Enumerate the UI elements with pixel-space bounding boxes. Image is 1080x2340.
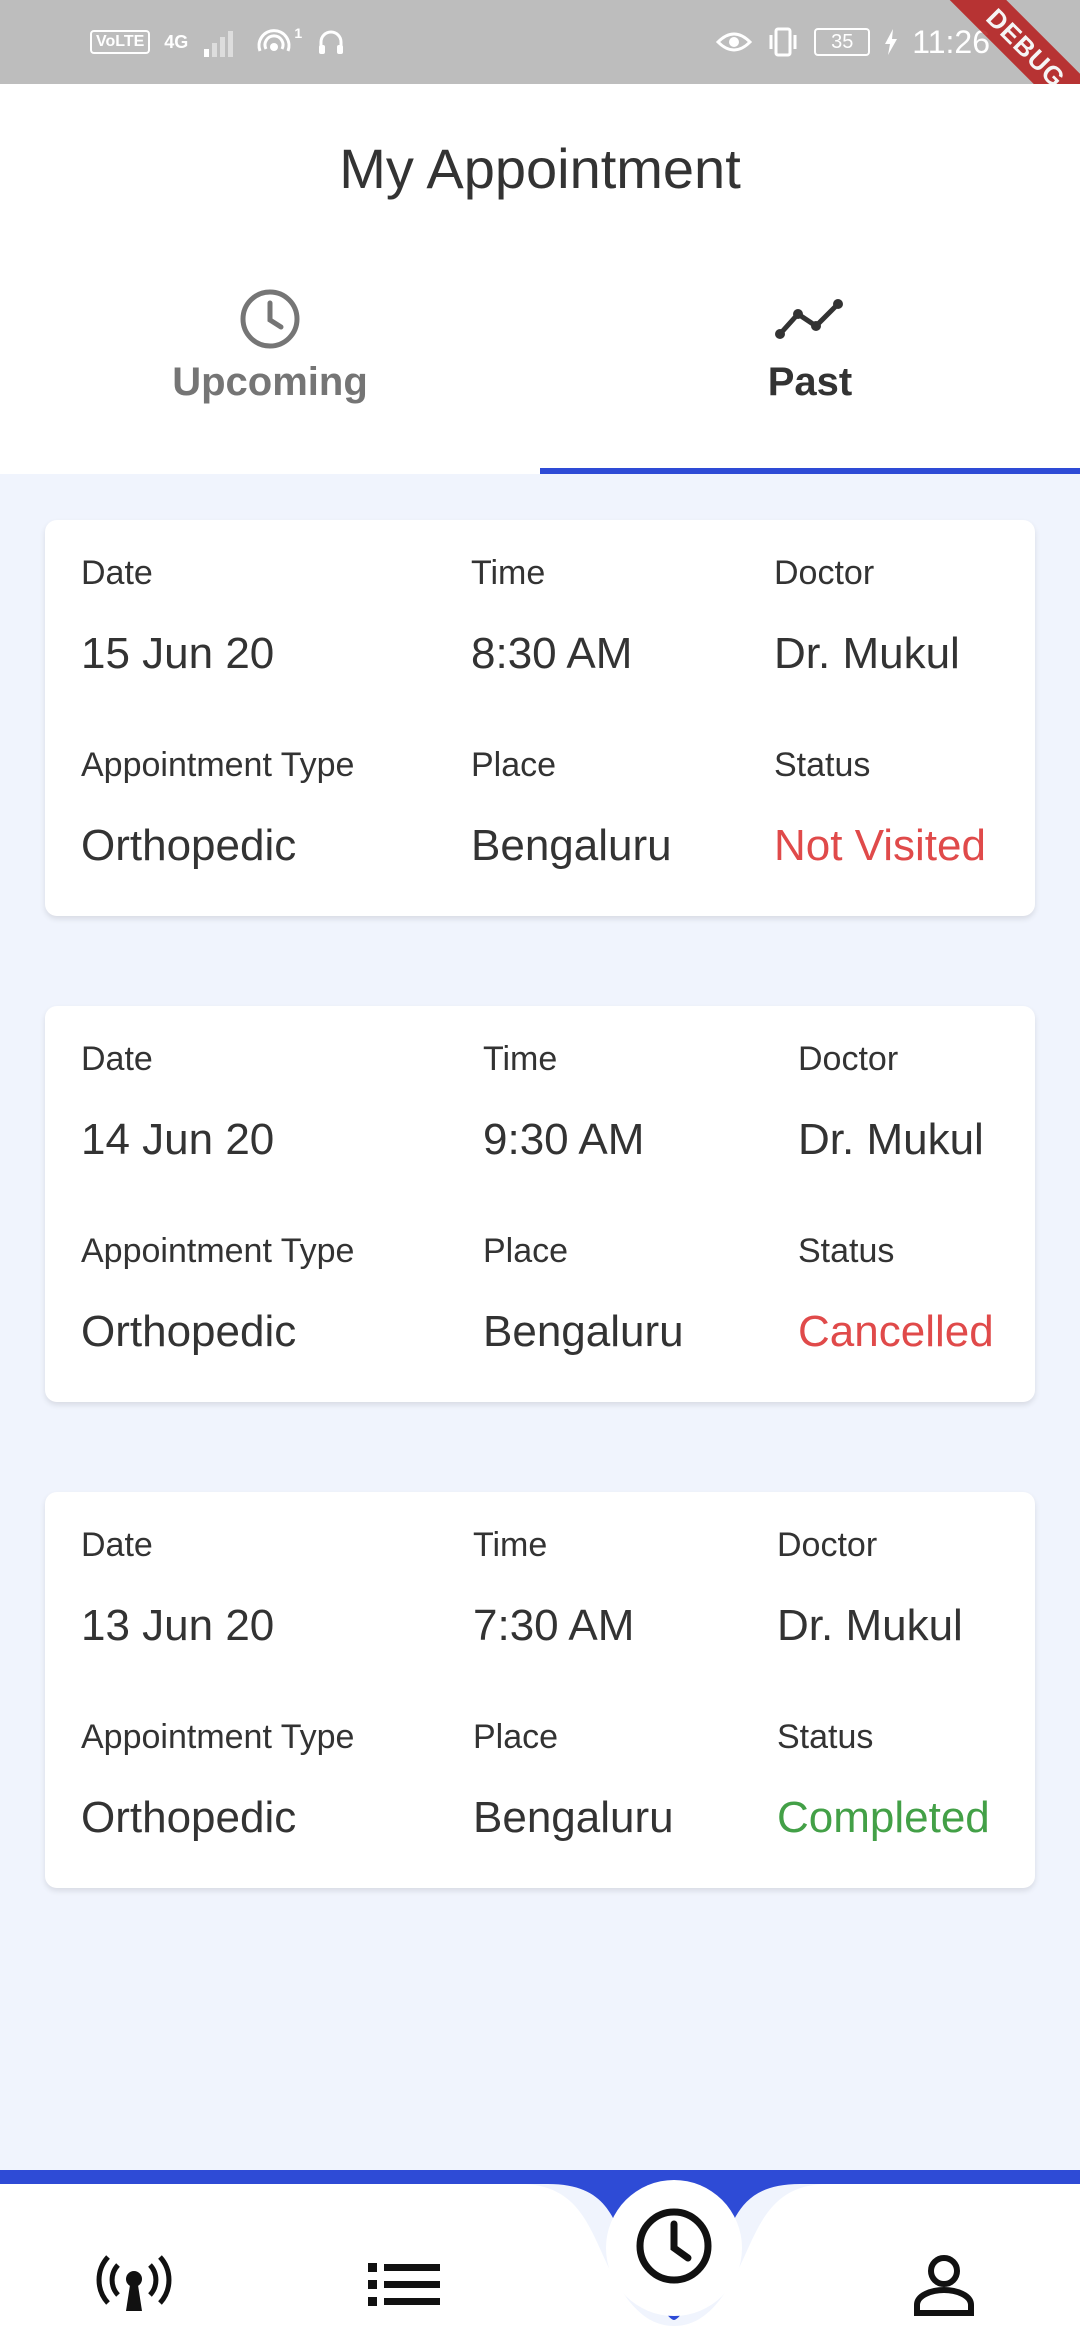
time-value: 7:30 AM [473, 1601, 635, 1650]
appointment-type-value: Orthopedic [81, 1307, 297, 1356]
place-cell: Place Bengaluru [473, 1718, 674, 1843]
appointment-card[interactable]: Date 14 Jun 20 Time 9:30 AM Doctor Dr. M… [45, 1006, 1035, 1402]
doctor-label: Doctor [774, 554, 875, 592]
time-value: 9:30 AM [483, 1115, 645, 1164]
tab-upcoming[interactable]: Upcoming [0, 284, 540, 474]
status-cell: Status Not Visited [774, 746, 986, 871]
tab-past-label: Past [767, 360, 853, 404]
date-cell: Date 13 Jun 20 [81, 1526, 274, 1651]
place-value: Bengaluru [473, 1793, 674, 1842]
type-cell: Appointment Type Orthopedic [81, 746, 354, 871]
hotspot-count: 1 [294, 25, 303, 41]
nav-profile[interactable] [884, 2242, 1004, 2332]
battery-indicator: 35 [814, 28, 871, 56]
trend-line-icon [774, 284, 846, 354]
date-label: Date [81, 554, 153, 592]
nav-list[interactable] [344, 2242, 464, 2332]
time-cell: Time 8:30 AM [471, 554, 632, 679]
status-cell: Status Cancelled [798, 1232, 994, 1357]
place-cell: Place Bengaluru [471, 746, 672, 871]
time-value: 8:30 AM [471, 629, 633, 678]
status-label: Status [774, 746, 871, 784]
status-left-group: VoLTE 4G 1 [90, 25, 346, 57]
tab-past[interactable]: Past [540, 284, 1080, 474]
page-title: My Appointment [339, 137, 741, 200]
signal-icon [202, 27, 242, 57]
time-label: Time [471, 554, 546, 592]
doctor-cell: Doctor Dr. Mukul [777, 1526, 963, 1651]
place-label: Place [473, 1718, 559, 1756]
status-value: Completed [777, 1793, 990, 1842]
place-cell: Place Bengaluru [483, 1232, 684, 1357]
hotspot-icon [256, 27, 292, 57]
volte-badge: VoLTE [90, 30, 151, 54]
appointment-card[interactable]: Date 15 Jun 20 Time 8:30 AM Doctor Dr. M… [45, 520, 1035, 916]
doctor-value: Dr. Mukul [774, 629, 960, 678]
type-cell: Appointment Type Orthopedic [81, 1232, 354, 1357]
appointment-type-value: Orthopedic [81, 1793, 297, 1842]
headset-icon [316, 27, 346, 57]
network-type: 4G [164, 32, 189, 52]
status-value: Not Visited [774, 821, 986, 870]
nav-broadcast[interactable] [74, 2242, 194, 2332]
time-cell: Time 9:30 AM [483, 1040, 644, 1165]
broadcast-icon [94, 2254, 174, 2320]
appointment-type-label: Appointment Type [81, 1232, 355, 1270]
tab-upcoming-label: Upcoming [172, 360, 368, 404]
vibrate-icon [766, 27, 800, 57]
doctor-label: Doctor [798, 1040, 899, 1078]
time-cell: Time 7:30 AM [473, 1526, 634, 1651]
doctor-label: Doctor [777, 1526, 878, 1564]
person-icon [912, 2253, 976, 2322]
date-value: 14 Jun 20 [81, 1115, 275, 1164]
status-right-group: 35 11:26 [716, 24, 990, 61]
doctor-value: Dr. Mukul [798, 1115, 984, 1164]
place-value: Bengaluru [471, 821, 672, 870]
place-label: Place [483, 1232, 569, 1270]
status-bar: VoLTE 4G 1 35 11:26 [0, 0, 1080, 84]
doctor-cell: Doctor Dr. Mukul [798, 1040, 984, 1165]
status-cell: Status Completed [777, 1718, 990, 1843]
status-value: Cancelled [798, 1307, 994, 1356]
bottom-navigation [0, 2170, 1080, 2340]
clock-icon [634, 2206, 714, 2291]
time-label: Time [483, 1040, 558, 1078]
date-cell: Date 14 Jun 20 [81, 1040, 274, 1165]
charging-icon [884, 29, 898, 55]
appointment-card[interactable]: Date 13 Jun 20 Time 7:30 AM Doctor Dr. M… [45, 1492, 1035, 1888]
doctor-cell: Doctor Dr. Mukul [774, 554, 960, 679]
date-value: 13 Jun 20 [81, 1601, 275, 1650]
status-label: Status [777, 1718, 874, 1756]
date-label: Date [81, 1040, 153, 1078]
nav-appointments-center-button[interactable] [606, 2180, 742, 2316]
list-icon [368, 2261, 440, 2314]
appointment-type-label: Appointment Type [81, 1718, 355, 1756]
tab-indicator [540, 468, 1080, 474]
app-header: My Appointment Upcoming Past [0, 84, 1080, 474]
place-value: Bengaluru [483, 1307, 684, 1356]
place-label: Place [471, 746, 557, 784]
appointment-type-value: Orthopedic [81, 821, 297, 870]
date-value: 15 Jun 20 [81, 629, 275, 678]
time-label: Time [473, 1526, 548, 1564]
status-label: Status [798, 1232, 895, 1270]
date-cell: Date 15 Jun 20 [81, 554, 274, 679]
type-cell: Appointment Type Orthopedic [81, 1718, 354, 1843]
appointment-type-label: Appointment Type [81, 746, 355, 784]
clock-icon [238, 284, 302, 354]
eye-icon [716, 29, 753, 55]
doctor-value: Dr. Mukul [777, 1601, 963, 1650]
date-label: Date [81, 1526, 153, 1564]
